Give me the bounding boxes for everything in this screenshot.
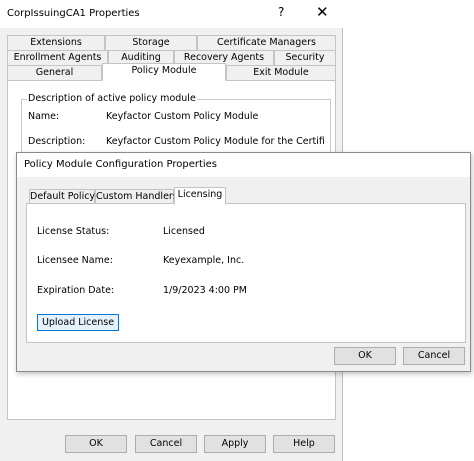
tab-general[interactable]: General bbox=[7, 65, 102, 81]
tab-licensing[interactable]: Licensing bbox=[174, 187, 226, 205]
description-value: Keyfactor Custom Policy Module for the C… bbox=[106, 136, 324, 147]
tab-policy-module[interactable]: Policy Module bbox=[102, 63, 226, 81]
licensee-name-value: Keyexample, Inc. bbox=[163, 255, 245, 266]
outer-ok-button[interactable]: OK bbox=[65, 435, 127, 453]
upload-license-button[interactable]: Upload License bbox=[37, 314, 119, 331]
outer-cancel-button[interactable]: Cancel bbox=[135, 435, 197, 453]
expiration-date-value: 1/9/2023 4:00 PM bbox=[163, 285, 247, 296]
tab-enrollment-agents[interactable]: Enrollment Agents bbox=[7, 50, 108, 66]
name-label: Name: bbox=[28, 111, 60, 122]
tab-security[interactable]: Security bbox=[274, 50, 336, 66]
apply-button[interactable]: Apply bbox=[204, 435, 266, 453]
tab-extensions[interactable]: Extensions bbox=[7, 35, 105, 51]
tab-exit-module[interactable]: Exit Module bbox=[226, 65, 336, 81]
group-title: Description of active policy module bbox=[27, 93, 197, 104]
outer-window-title: CorpIssuingCA1 Properties bbox=[7, 8, 140, 19]
help-icon[interactable]: ? bbox=[278, 5, 284, 19]
licensee-name-label: Licensee Name: bbox=[37, 255, 113, 266]
tab-storage[interactable]: Storage bbox=[105, 35, 197, 51]
help-button[interactable]: Help bbox=[273, 435, 335, 453]
close-icon[interactable]: ✕ bbox=[316, 3, 329, 21]
description-group-box bbox=[21, 99, 331, 159]
license-status-value: Licensed bbox=[163, 226, 205, 237]
inner-ok-button[interactable]: OK bbox=[334, 347, 396, 365]
expiration-date-label: Expiration Date: bbox=[37, 285, 115, 296]
tab-certificate-managers[interactable]: Certificate Managers bbox=[197, 35, 336, 51]
license-status-label: License Status: bbox=[37, 226, 110, 237]
inner-dialog-title: Policy Module Configuration Properties bbox=[24, 159, 218, 170]
name-value: Keyfactor Custom Policy Module bbox=[106, 111, 259, 122]
inner-cancel-button[interactable]: Cancel bbox=[403, 347, 465, 365]
description-label: Description: bbox=[28, 136, 86, 147]
